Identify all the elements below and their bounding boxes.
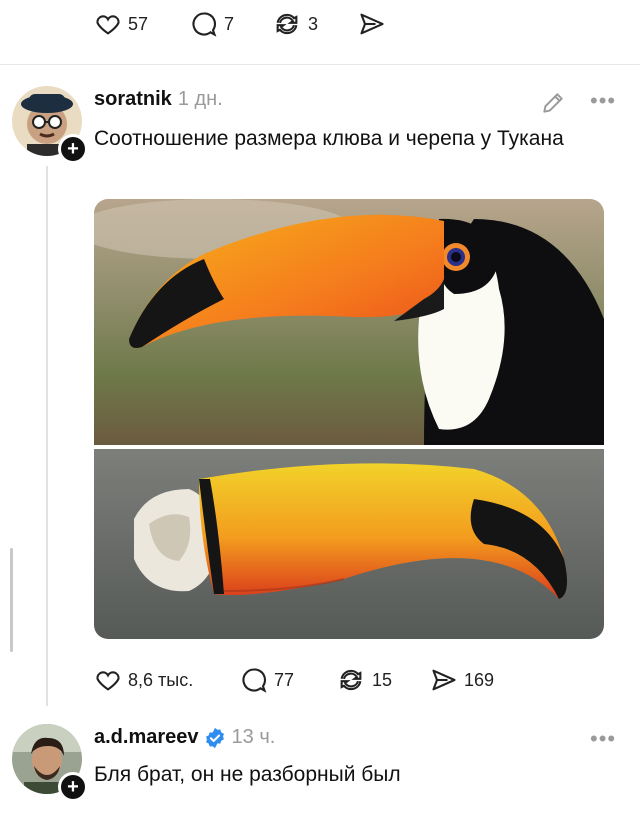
- heart-icon: [96, 15, 120, 35]
- follow-plus-button[interactable]: +: [58, 134, 88, 164]
- post-repost-count: 15: [372, 669, 393, 690]
- post-repost-button[interactable]: 15: [336, 666, 392, 694]
- reply-more-options-button[interactable]: •••: [590, 726, 616, 752]
- username[interactable]: soratnik: [94, 88, 172, 111]
- reply-text: Бля брат, он не разборный был: [94, 763, 401, 786]
- comment-icon: [242, 668, 267, 693]
- more-icon: •••: [590, 726, 617, 751]
- post-text: Соотношение размера клюва и черепа у Тук…: [94, 127, 564, 150]
- scrollbar[interactable]: [10, 548, 13, 652]
- post-time: 1 дн.: [177, 88, 223, 110]
- post-header: soratnik 1 дн.: [94, 88, 223, 111]
- comment-count: 7: [224, 13, 235, 34]
- post-comment-count: 77: [274, 669, 295, 690]
- divider: [0, 64, 640, 65]
- reply-time: 13 ч.: [231, 726, 276, 748]
- plus-icon: +: [67, 776, 79, 798]
- send-icon: [432, 669, 456, 691]
- like-button[interactable]: 57: [94, 10, 148, 38]
- post-share-button[interactable]: 169: [430, 666, 494, 694]
- repost-icon: [340, 669, 362, 691]
- post-comment-button[interactable]: 77: [240, 666, 294, 694]
- post-image[interactable]: [94, 199, 604, 639]
- post-like-count: 8,6 тыс.: [128, 669, 194, 690]
- more-options-button[interactable]: •••: [590, 88, 616, 114]
- reply-header: a.d.mareev 13 ч.: [94, 726, 275, 749]
- follow-plus-button-reply[interactable]: +: [58, 772, 88, 802]
- like-count: 57: [128, 13, 149, 34]
- thread-line: [46, 166, 48, 706]
- comment-icon: [192, 12, 217, 37]
- verified-badge-icon: [205, 727, 224, 748]
- send-icon: [360, 13, 384, 35]
- edit-button[interactable]: [540, 90, 566, 121]
- reply-username[interactable]: a.d.mareev: [94, 726, 199, 749]
- heart-icon: [96, 671, 120, 691]
- repost-count: 3: [308, 13, 319, 34]
- repost-button[interactable]: 3: [272, 10, 318, 38]
- more-icon: •••: [590, 88, 617, 113]
- toucan-image: [94, 199, 604, 639]
- plus-icon: +: [67, 138, 79, 160]
- pencil-icon: [543, 93, 563, 113]
- post-like-button[interactable]: 8,6 тыс.: [94, 666, 193, 694]
- comment-button[interactable]: 7: [190, 10, 234, 38]
- share-button[interactable]: [358, 10, 386, 38]
- repost-icon: [276, 13, 298, 35]
- post-share-count: 169: [464, 669, 495, 690]
